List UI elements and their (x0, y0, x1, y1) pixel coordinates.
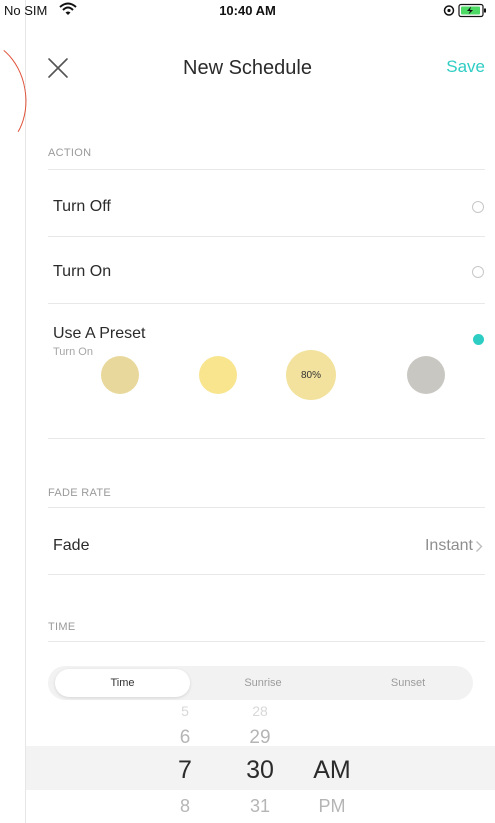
tab-sunset[interactable]: Sunset (343, 666, 473, 700)
picker-hour-selected[interactable]: 7 (170, 756, 200, 785)
picker-hour[interactable]: 5 (170, 703, 200, 717)
divider (48, 507, 485, 508)
tab-time[interactable]: Time (55, 669, 190, 697)
divider (48, 303, 485, 304)
action-section-header: ACTION (48, 147, 92, 159)
divider (48, 169, 485, 170)
picker-hour[interactable]: 6 (170, 727, 200, 749)
preset-swatch-1[interactable] (101, 356, 139, 394)
chevron-right-icon[interactable] (475, 540, 483, 553)
turn-on-radio[interactable] (472, 266, 484, 278)
divider (48, 236, 485, 237)
status-bar: No SIM 10:40 AM (0, 0, 495, 22)
picker-minute[interactable]: 28 (240, 703, 280, 717)
picker-period[interactable]: PM (306, 796, 358, 817)
picker-minute[interactable]: 29 (240, 727, 280, 749)
time-mode-segmented-control: Time Sunrise Sunset (48, 666, 473, 700)
picker-minute[interactable]: 31 (240, 796, 280, 817)
turn-off-radio[interactable] (472, 201, 484, 213)
fade-label[interactable]: Fade (53, 537, 89, 555)
tab-sunrise[interactable]: Sunrise (198, 666, 328, 700)
left-edge-arc (0, 33, 36, 159)
use-preset-radio[interactable] (473, 334, 484, 345)
option-use-preset-label[interactable]: Use A Preset (53, 325, 146, 343)
option-turn-off-label[interactable]: Turn Off (53, 198, 111, 216)
save-button[interactable]: Save (446, 57, 485, 77)
fade-value[interactable]: Instant (425, 537, 473, 555)
preset-swatch-3[interactable]: 80% (286, 350, 336, 400)
fade-rate-section-header: FADE RATE (48, 487, 112, 499)
preset-swatch-2[interactable] (199, 356, 237, 394)
picker-hour[interactable]: 8 (170, 796, 200, 817)
status-time: 10:40 AM (219, 3, 276, 18)
preset-brightness-label: 80% (300, 369, 321, 381)
picker-minute-selected[interactable]: 30 (240, 756, 280, 785)
page-title: New Schedule (183, 57, 312, 79)
battery-icon (443, 3, 486, 18)
divider (48, 574, 485, 575)
divider (48, 438, 485, 439)
left-edge-line (25, 0, 26, 823)
divider (48, 641, 485, 642)
preset-swatch-4[interactable] (407, 356, 445, 394)
picker-period-selected[interactable]: AM (306, 756, 358, 785)
preset-sublabel: Turn On (53, 346, 93, 358)
time-section-header: TIME (48, 621, 76, 633)
option-turn-on-label[interactable]: Turn On (53, 263, 111, 281)
